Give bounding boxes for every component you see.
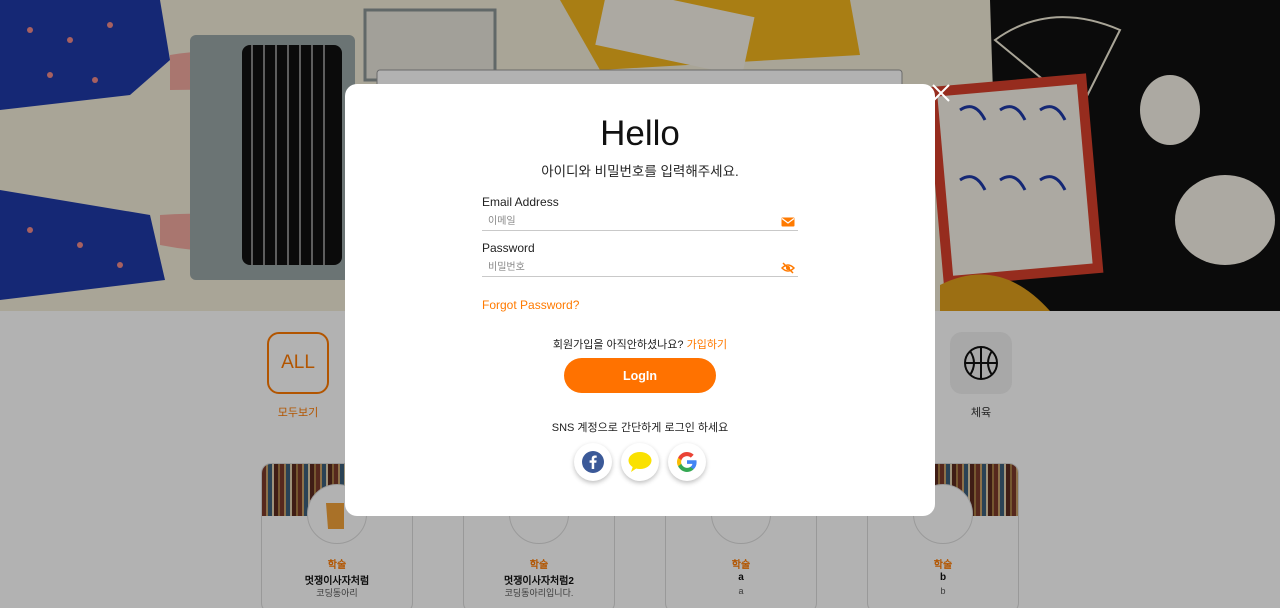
- password-field-wrap: [482, 259, 798, 277]
- kakaotalk-icon: [628, 452, 652, 472]
- envelope-icon: [781, 217, 795, 227]
- google-icon: [677, 452, 697, 472]
- signup-prompt-text: 회원가입을 아직안하셨나요?: [552, 339, 684, 351]
- google-login-button[interactable]: [668, 443, 706, 481]
- signup-link[interactable]: 가입하기: [687, 339, 727, 351]
- email-field[interactable]: [482, 213, 772, 230]
- login-button[interactable]: LogIn: [564, 358, 716, 393]
- modal-subtitle: 아이디와 비밀번호를 입력해주세요.: [541, 164, 739, 179]
- facebook-login-button[interactable]: [574, 443, 612, 481]
- facebook-icon: [582, 451, 604, 473]
- email-field-wrap: [482, 213, 798, 231]
- signup-prompt: 회원가입을 아직안하셨나요? 가입하기: [345, 336, 935, 352]
- password-label: Password: [482, 241, 535, 255]
- password-field[interactable]: [482, 259, 772, 276]
- modal-title: Hello: [600, 114, 680, 153]
- login-modal: Hello 아이디와 비밀번호를 입력해주세요. Email Address P…: [345, 84, 935, 516]
- forgot-password-link[interactable]: Forgot Password?: [482, 298, 579, 312]
- kakao-login-button[interactable]: [621, 443, 659, 481]
- email-label: Email Address: [482, 195, 559, 209]
- eye-slash-icon[interactable]: [781, 262, 795, 274]
- sns-prompt: SNS 계정으로 간단하게 로그인 하세요: [551, 422, 729, 434]
